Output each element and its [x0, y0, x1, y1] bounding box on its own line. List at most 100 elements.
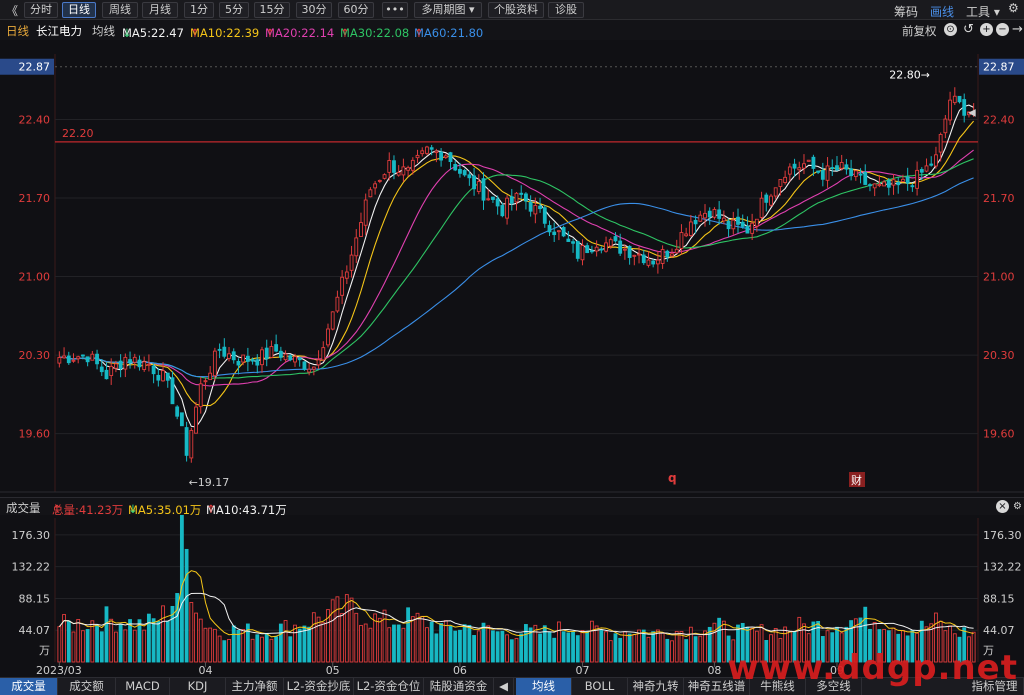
volume-bar	[255, 634, 260, 663]
stock-profile-button[interactable]: 个股资料	[488, 2, 544, 18]
back-button[interactable]: 《	[6, 2, 18, 19]
tab-boll[interactable]: BOLL	[572, 678, 628, 695]
zoom-out-icon[interactable]: −	[996, 23, 1009, 36]
multi-period-dropdown[interactable]: 多周期图 ▾	[414, 2, 482, 18]
period-button-30min[interactable]: 30分	[296, 2, 332, 18]
volume-bar	[580, 630, 585, 663]
candle-body	[203, 380, 208, 383]
candle-body	[660, 249, 665, 264]
lock-icon[interactable]: ⊙	[944, 23, 957, 36]
candle-body	[293, 356, 297, 363]
adjust-mode-label[interactable]: 前复权	[902, 23, 937, 39]
candle-body	[651, 260, 656, 265]
volume-bar	[401, 627, 406, 663]
draw-line-button[interactable]: 画线	[930, 3, 954, 20]
volume-bar	[622, 631, 627, 663]
tab-main-net[interactable]: 主力净额	[226, 678, 284, 695]
tab-ma[interactable]: 均线	[516, 678, 572, 695]
low-price-label: ←19.17	[189, 476, 230, 489]
volume-bar	[505, 634, 509, 663]
candle-body	[910, 185, 915, 188]
candle-body	[745, 225, 750, 234]
candle-body	[552, 231, 557, 236]
candle-body	[934, 154, 938, 167]
volume-bar	[618, 637, 623, 663]
period-button-weekly[interactable]: 周线	[102, 2, 138, 18]
volume-bar	[264, 632, 269, 663]
candle-body	[740, 221, 745, 227]
candle-body	[250, 359, 255, 362]
period-button-1min[interactable]: 1分	[184, 2, 214, 18]
volume-bar	[693, 636, 698, 663]
tab-kdj[interactable]: KDJ	[170, 678, 226, 695]
candle-body	[439, 151, 444, 161]
candle-body	[557, 230, 561, 233]
tools-dropdown[interactable]: 工具 ▾	[966, 3, 1000, 20]
candle-body	[62, 355, 66, 359]
avg-line-label[interactable]: 均线	[92, 23, 115, 39]
event-marker-cai[interactable]: 财	[851, 473, 862, 487]
period-button-5min[interactable]: 5分	[219, 2, 249, 18]
arrow-right-icon[interactable]: →	[1011, 23, 1024, 36]
candle-body	[731, 219, 736, 230]
arrow-down-icon: ↓	[122, 26, 132, 40]
kline-chart[interactable]: 22.87 22.87 22.40 22.40 21.70 21.70 21.00 21.00…	[0, 40, 1024, 677]
candle-body	[194, 406, 198, 434]
period-button-monthly[interactable]: 月线	[142, 2, 178, 18]
volume-bar	[670, 640, 674, 663]
tab-l2-position[interactable]: L2-资金仓位	[354, 678, 424, 695]
volume-bar	[104, 606, 109, 663]
period-button-15min[interactable]: 15分	[254, 2, 290, 18]
volume-ma5-text: MA5:35.01万	[128, 503, 202, 517]
tab-northbound[interactable]: 陆股通资金	[424, 678, 494, 695]
candle-body	[962, 99, 967, 116]
candle-body	[622, 248, 627, 251]
candle-body	[797, 167, 802, 171]
more-periods-button[interactable]: •••	[382, 2, 408, 18]
tab-l2-bottom[interactable]: L2-资金抄底	[284, 678, 354, 695]
diagnose-button[interactable]: 诊股	[548, 2, 584, 18]
event-marker-q[interactable]: q	[668, 471, 677, 485]
volume-bar	[434, 633, 439, 663]
volume-bar	[227, 638, 231, 663]
volume-bar	[392, 624, 396, 663]
period-button-60min[interactable]: 60分	[338, 2, 374, 18]
volume-bar	[679, 630, 684, 663]
period-button-daily[interactable]: 日线	[62, 2, 96, 18]
volume-bar	[547, 631, 552, 663]
volume-bar	[250, 638, 255, 663]
arrow-down-icon: ↓	[128, 502, 138, 516]
volume-tick-left: 44.07	[19, 624, 51, 637]
volume-bar	[486, 625, 491, 663]
tab-turnover[interactable]: 成交额	[58, 678, 116, 695]
close-icon[interactable]: ×	[996, 500, 1009, 513]
candle-body	[123, 356, 128, 370]
candle-body	[458, 168, 462, 174]
tab-scroll-left[interactable]: ◀	[494, 678, 514, 695]
undo-icon[interactable]: ↺	[962, 23, 975, 36]
zoom-in-icon[interactable]: +	[980, 23, 993, 36]
volume-bar	[137, 619, 142, 663]
tab-volume[interactable]: 成交量	[0, 678, 58, 695]
candle-body	[533, 205, 538, 215]
candle-body	[495, 198, 500, 207]
tab-td9[interactable]: 神奇九转	[628, 678, 684, 695]
candle-body	[844, 164, 849, 170]
candle-body	[759, 197, 764, 218]
candle-body	[943, 118, 948, 134]
candle-body	[476, 181, 481, 192]
gear-icon[interactable]: ⚙	[1011, 500, 1024, 513]
tab-macd[interactable]: MACD	[116, 678, 170, 695]
chips-button[interactable]: 筹码	[894, 3, 918, 20]
period-button-timeshare[interactable]: 分时	[24, 2, 58, 18]
arrow-up-icon: ↑	[414, 26, 424, 40]
candle-body	[302, 361, 307, 370]
volume-bar	[632, 634, 637, 663]
candle-body	[618, 240, 623, 254]
volume-bar	[514, 638, 519, 663]
volume-bar	[81, 630, 85, 663]
candle-body	[151, 365, 156, 375]
candle-body	[132, 356, 137, 363]
settings-icon[interactable]: ⚙	[1008, 1, 1019, 15]
volume-bar	[293, 624, 297, 663]
